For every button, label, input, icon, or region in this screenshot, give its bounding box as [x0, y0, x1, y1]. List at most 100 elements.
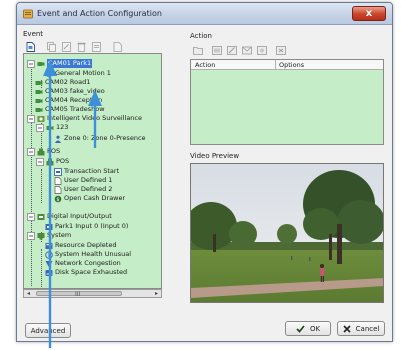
camera-group-icon	[46, 125, 54, 130]
expand-toggle-icon[interactable]	[36, 123, 44, 132]
expand-toggle-icon[interactable]	[36, 157, 44, 166]
page-icon	[113, 41, 122, 52]
new-event-button[interactable]	[25, 41, 36, 52]
column-divider[interactable]	[275, 60, 276, 70]
tree-horizontal-scrollbar[interactable]: ◂ III ▸	[23, 289, 162, 298]
event-refresh-button[interactable]	[112, 41, 123, 52]
pos-icon	[37, 148, 45, 155]
close-button[interactable]: x	[352, 6, 386, 21]
tree-item-system[interactable]: System	[27, 231, 71, 240]
tree-item-open-cash-drawer[interactable]: $ Open Cash Drawer	[54, 194, 125, 203]
tree-item-network-congestion[interactable]: Network Congestion	[45, 259, 121, 268]
edit-icon	[62, 41, 71, 52]
delete-icon	[275, 46, 286, 55]
properties-icon	[92, 41, 101, 52]
event-properties-button[interactable]	[91, 41, 102, 52]
action-settings-button[interactable]	[256, 45, 267, 56]
advanced-button[interactable]: Advanced	[25, 323, 71, 338]
tree-item-label: Open Cash Drawer	[64, 194, 126, 202]
folder-icon	[192, 47, 203, 55]
cancel-button[interactable]: Cancel	[337, 321, 385, 336]
event-delete-button[interactable]	[76, 41, 87, 52]
camera-icon	[35, 107, 43, 112]
tree-connector	[50, 178, 51, 214]
tree-item-user-defined-2[interactable]: User Defined 2	[54, 185, 112, 194]
tree-item-cam05[interactable]: CAM05 Tradeshow	[35, 105, 105, 114]
scroll-thumb[interactable]: III	[36, 291, 122, 298]
checkmark-icon	[296, 324, 305, 333]
tree-item-pos-root[interactable]: POS	[27, 147, 60, 156]
tree-item-disk-space[interactable]: Disk Space Exhausted	[45, 268, 127, 277]
dialog-window: Event and Action Configuration x Event C…	[16, 2, 393, 342]
action-edit-button[interactable]	[226, 45, 237, 56]
disk-icon	[45, 269, 53, 276]
action-column-header[interactable]: Action	[195, 61, 215, 69]
tree-connector	[41, 249, 42, 287]
scroll-right-arrow-icon[interactable]: ▸	[152, 290, 161, 297]
tree-item-general-motion[interactable]: General Motion 1	[45, 69, 111, 78]
tree-item-resource-depleted[interactable]: Resource Depleted	[45, 241, 116, 250]
action-table[interactable]: Action Options	[190, 59, 384, 145]
camera-icon	[37, 61, 45, 66]
window-title: Event and Action Configuration	[37, 9, 162, 18]
tree-item-digital-io[interactable]: Digital Input/Output	[27, 212, 112, 221]
settings-icon	[256, 46, 267, 55]
tree-item-cam02[interactable]: CAM02 Road1	[35, 78, 90, 87]
network-icon	[45, 260, 53, 267]
svg-text:$: $	[56, 197, 59, 203]
document-icon	[54, 176, 62, 185]
tree-item-park1-input0[interactable]: Park1 Input 0 (Input 0)	[45, 222, 128, 231]
tree-item-ivs[interactable]: Intelligent Video Surveillance	[27, 114, 142, 123]
tree-item-label: Transaction Start	[64, 167, 120, 175]
tree-item-user-defined-1[interactable]: User Defined 1	[54, 176, 112, 185]
tree-item-zone0[interactable]: Zone 0: Zone 0-Presence	[54, 134, 146, 143]
tree-item-123[interactable]: 123	[36, 123, 68, 132]
tree-item-label: CAM02 Road1	[45, 78, 91, 86]
video-preview-label: Video Preview	[190, 152, 240, 160]
tree-item-label: Disk Space Exhausted	[55, 268, 128, 276]
tree-item-cam04[interactable]: CAM04 Reception	[35, 96, 102, 105]
action-delete-button[interactable]	[275, 45, 286, 56]
action-new-button[interactable]	[192, 45, 203, 56]
camera-icon	[35, 80, 43, 85]
event-copy-button[interactable]	[46, 41, 57, 52]
tree-item-transaction-start[interactable]: Transaction Start	[54, 167, 119, 176]
new-document-icon	[26, 41, 35, 52]
tree-item-label: CAM05 Tradeshow	[45, 105, 105, 113]
event-tree[interactable]: CAM01 Park1 General Motion 1 CAM02 Road1…	[23, 53, 162, 289]
event-edit-button[interactable]	[61, 41, 72, 52]
health-icon	[45, 250, 53, 259]
tree-item-label: System	[47, 231, 72, 239]
options-column-header[interactable]: Options	[279, 61, 304, 69]
edit-icon	[226, 46, 237, 55]
tree-connector	[41, 169, 42, 203]
tree-item-pos-device[interactable]: POS	[36, 157, 69, 166]
copy-icon	[47, 41, 56, 52]
expand-toggle-icon[interactable]	[27, 212, 35, 221]
expand-toggle-icon[interactable]	[27, 147, 35, 156]
tree-item-cam03[interactable]: CAM03 fake_video	[35, 87, 105, 96]
tree-item-label: CAM01 Park1	[47, 59, 93, 68]
tree-item-label: POS	[47, 147, 61, 155]
tree-item-label: POS	[56, 157, 70, 165]
action-copy-button[interactable]	[211, 45, 222, 56]
expand-toggle-icon[interactable]	[27, 114, 35, 123]
ok-button-label: OK	[309, 324, 321, 333]
scroll-left-arrow-icon[interactable]: ◂	[24, 290, 33, 297]
ok-button[interactable]: OK	[285, 321, 331, 336]
action-mail-button[interactable]	[241, 45, 252, 56]
tree-item-label: Zone 0: Zone 0-Presence	[64, 134, 146, 142]
action-toolbar	[192, 45, 286, 57]
expand-toggle-icon[interactable]	[27, 59, 35, 68]
app-icon	[23, 9, 33, 19]
tree-item-system-health[interactable]: System Health Unusual	[45, 250, 131, 259]
expand-toggle-icon[interactable]	[27, 231, 35, 240]
title-bar[interactable]: Event and Action Configuration x	[17, 3, 392, 25]
camera-icon	[35, 89, 43, 94]
action-table-header: Action Options	[191, 60, 383, 70]
system-icon	[37, 232, 45, 239]
tree-item-label: CAM03 fake_video	[45, 87, 105, 95]
tree-item-label: General Motion 1	[55, 69, 111, 77]
tree-item-label: User Defined 1	[64, 176, 113, 184]
tree-item-cam01-park1[interactable]: CAM01 Park1	[27, 59, 93, 68]
